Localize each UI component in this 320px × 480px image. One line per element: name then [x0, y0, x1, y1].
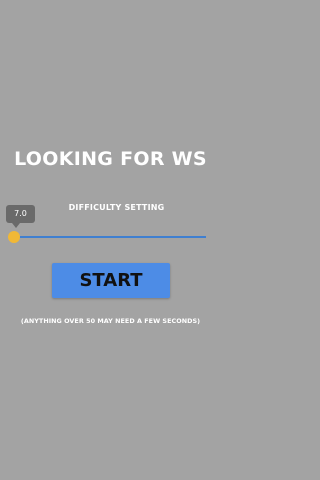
difficulty-slider-track[interactable] [13, 236, 206, 238]
page-title: LOOKING FOR WS [14, 148, 207, 170]
difficulty-note: (ANYTHING OVER 50 MAY NEED A FEW SECONDS… [20, 317, 201, 325]
difficulty-slider-thumb[interactable] [8, 231, 20, 243]
slider-value-tooltip: 7.0 [6, 205, 35, 228]
start-button[interactable]: START [52, 263, 170, 298]
main-screen: LOOKING FOR WS DIFFICULTY SETTING 7.0 ST… [0, 0, 221, 480]
